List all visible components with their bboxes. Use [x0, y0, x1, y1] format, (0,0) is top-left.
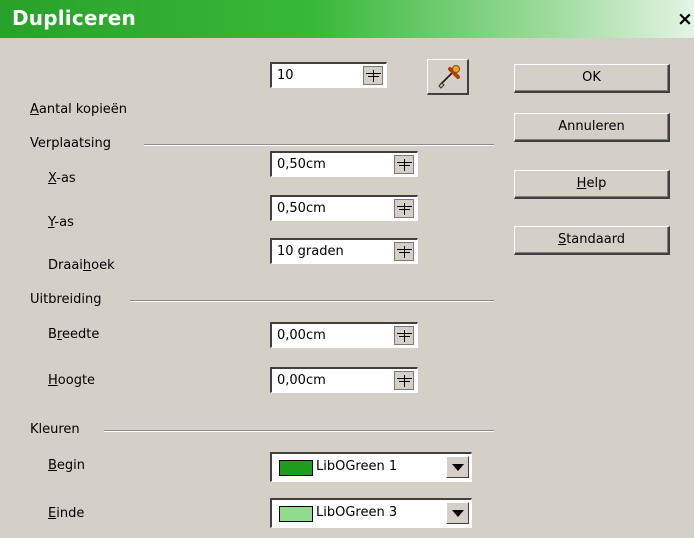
end-color-label: Einde — [48, 506, 85, 521]
cancel-button[interactable]: Annuleren — [514, 113, 670, 142]
end-color-value: LibOGreen 3 — [316, 505, 398, 520]
height-label: Hoogte — [48, 373, 96, 388]
y-axis-field[interactable]: 0,50cm — [270, 195, 418, 221]
values-from-selection-button[interactable] — [427, 59, 469, 95]
copies-label: Aantal kopieën — [30, 102, 128, 117]
enlargement-heading: Uitbreiding — [30, 292, 102, 307]
x-axis-label: X-as — [48, 171, 76, 186]
default-button[interactable]: Standaard — [514, 226, 670, 255]
y-axis-value: 0,50cm — [277, 201, 326, 216]
window-title: Dupliceren — [12, 6, 136, 30]
width-value: 0,00cm — [277, 328, 326, 343]
width-spin-icon[interactable] — [394, 326, 414, 345]
copies-value: 10 — [277, 68, 294, 83]
angle-label: Draaihoek — [48, 258, 115, 273]
height-value: 0,00cm — [277, 373, 326, 388]
start-color-select[interactable]: LibOGreen 1 — [270, 452, 472, 482]
eyedropper-icon — [438, 65, 460, 89]
dropdown-arrow-icon[interactable] — [446, 502, 469, 524]
help-button[interactable]: Help — [514, 170, 670, 199]
start-color-value: LibOGreen 1 — [316, 459, 398, 474]
end-color-select[interactable]: LibOGreen 3 — [270, 498, 472, 528]
close-icon[interactable]: × — [676, 9, 694, 29]
ok-button[interactable]: OK — [514, 64, 670, 93]
dropdown-arrow-icon[interactable] — [446, 456, 469, 478]
x-axis-value: 0,50cm — [277, 157, 326, 172]
colors-divider — [104, 430, 494, 432]
placement-heading: Verplaatsing — [30, 136, 111, 151]
angle-value: 10 graden — [277, 244, 344, 259]
width-label: Breedte — [48, 327, 100, 342]
enlargement-divider — [130, 300, 494, 302]
start-color-label: Begin — [48, 458, 86, 473]
end-color-swatch — [279, 506, 313, 522]
angle-field[interactable]: 10 graden — [270, 238, 418, 264]
height-spin-icon[interactable] — [394, 371, 414, 390]
copies-spin-icon[interactable] — [363, 66, 383, 85]
angle-spin-icon[interactable] — [394, 242, 414, 261]
x-axis-spin-icon[interactable] — [394, 155, 414, 174]
y-axis-spin-icon[interactable] — [394, 199, 414, 218]
copies-field[interactable]: 10 — [270, 62, 387, 88]
height-field[interactable]: 0,00cm — [270, 367, 418, 393]
width-field[interactable]: 0,00cm — [270, 322, 418, 348]
y-axis-label: Y-as — [48, 215, 74, 230]
placement-divider — [144, 144, 494, 146]
colors-heading: Kleuren — [30, 422, 80, 437]
title-bar: Dupliceren × — [0, 0, 694, 38]
start-color-swatch — [279, 460, 313, 476]
x-axis-field[interactable]: 0,50cm — [270, 151, 418, 177]
